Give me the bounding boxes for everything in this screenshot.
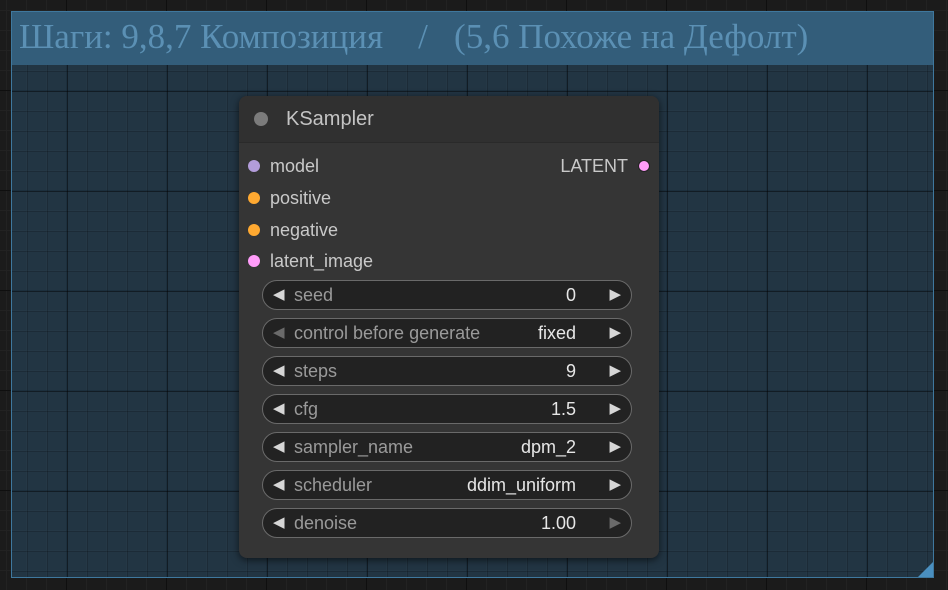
increment-arrow-icon[interactable]: ▶ (609, 477, 621, 493)
input-label: negative (270, 220, 339, 240)
widget-value: 0 (565, 285, 576, 305)
output-label: LATENT (560, 156, 628, 176)
decrement-arrow-icon[interactable]: ◀ (273, 439, 285, 455)
increment-arrow-icon[interactable]: ▶ (609, 325, 621, 341)
node-collapse-dot-icon[interactable] (254, 112, 268, 126)
group-title: Шаги: 9,8,7 Композиция / (5,6 Похоже на … (19, 17, 809, 56)
decrement-arrow-icon[interactable]: ◀ (273, 401, 285, 417)
input-label: positive (270, 188, 332, 208)
input-dot-icon[interactable] (248, 224, 260, 236)
widget-control-before-generate[interactable]: ◀ control before generate fixed ▶ (262, 318, 632, 348)
widget-label: seed (294, 285, 334, 305)
output-slot-latent[interactable]: LATENT (519, 156, 659, 176)
widget-value: 9 (565, 361, 576, 381)
input-label: model (270, 156, 320, 176)
input-dot-icon[interactable] (248, 160, 260, 172)
group-resize-handle[interactable] (918, 562, 933, 577)
widget-cfg[interactable]: ◀ cfg 1.5 ▶ (262, 394, 632, 424)
input-label: latent_image (270, 251, 374, 271)
widget-scheduler[interactable]: ◀ scheduler ddim_uniform ▶ (262, 470, 632, 500)
input-dot-icon[interactable] (248, 192, 260, 204)
widget-label: denoise (294, 513, 358, 533)
widget-sampler-name[interactable]: ◀ sampler_name dpm_2 ▶ (262, 432, 632, 462)
decrement-arrow-icon[interactable]: ◀ (273, 477, 285, 493)
ksampler-node[interactable]: KSampler model positive negative latent_… (239, 96, 659, 558)
widget-label: sampler_name (294, 437, 414, 457)
decrement-arrow-icon[interactable]: ◀ (273, 287, 285, 303)
increment-arrow-icon[interactable]: ▶ (609, 363, 621, 379)
widget-seed[interactable]: ◀ seed 0 ▶ (262, 280, 632, 310)
increment-arrow-icon[interactable]: ▶ (609, 401, 621, 417)
decrement-arrow-icon[interactable]: ◀ (273, 363, 285, 379)
widget-label: scheduler (294, 475, 373, 495)
input-dot-icon[interactable] (248, 255, 260, 267)
output-dot-icon[interactable] (638, 160, 650, 172)
widget-label: cfg (294, 399, 319, 419)
increment-arrow-icon[interactable]: ▶ (609, 287, 621, 303)
widget-value: 1.00 (540, 513, 576, 533)
widget-value: fixed (537, 323, 576, 343)
increment-arrow-icon[interactable]: ▶ (609, 439, 621, 455)
widget-label: control before generate (294, 323, 481, 343)
node-title: KSampler (286, 108, 374, 130)
widget-value: 1.5 (550, 399, 576, 419)
increment-arrow-icon[interactable]: ▶ (609, 515, 621, 531)
decrement-arrow-icon[interactable]: ◀ (273, 325, 285, 341)
widget-denoise[interactable]: ◀ denoise 1.00 ▶ (262, 508, 632, 538)
widget-label: steps (294, 361, 338, 381)
node-title-bar[interactable]: KSampler (239, 96, 659, 143)
decrement-arrow-icon[interactable]: ◀ (273, 515, 285, 531)
group-header[interactable]: Шаги: 9,8,7 Композиция / (5,6 Похоже на … (12, 12, 933, 65)
widget-steps[interactable]: ◀ steps 9 ▶ (262, 356, 632, 386)
widget-value: ddim_uniform (466, 475, 576, 495)
widget-value: dpm_2 (520, 437, 576, 457)
